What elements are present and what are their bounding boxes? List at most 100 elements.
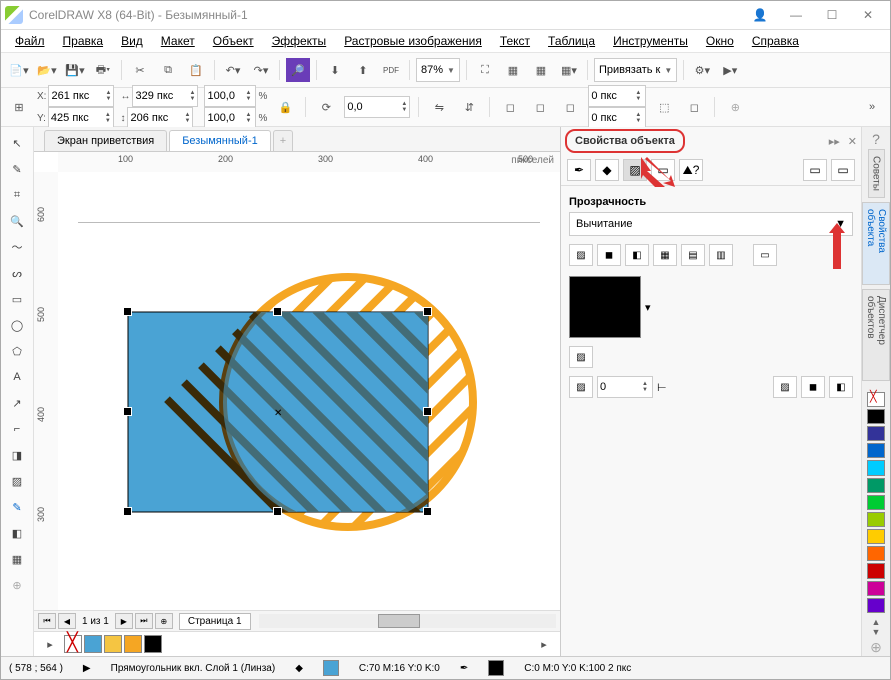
docker-close[interactable]: ✕ [844,131,861,152]
preview-dropdown[interactable]: ▾ [645,301,651,314]
swatch[interactable] [104,635,122,653]
pdf-button[interactable]: PDF [379,58,403,82]
save-button[interactable]: 💾▾ [63,58,87,82]
swatch[interactable] [124,635,142,653]
open-button[interactable]: 📂▾ [35,58,59,82]
close-button[interactable]: ✕ [850,1,886,29]
fill-tool[interactable]: ◧ [4,521,30,545]
docker-expand[interactable]: ▸▸ [825,131,844,152]
size-w[interactable] [133,87,187,105]
size-h[interactable] [128,109,182,127]
menu-effects[interactable]: Эффекты [264,32,335,50]
menu-object[interactable]: Объект [205,32,262,50]
scale-x[interactable] [205,87,243,105]
menu-window[interactable]: Окно [698,32,742,50]
corner-lock[interactable]: ⬚ [652,95,676,119]
maximize-button[interactable]: ☐ [814,1,850,29]
transp-uniform[interactable]: ◼ [597,244,621,266]
corner-tl[interactable] [589,87,633,105]
export-button[interactable]: ⬆ [351,58,375,82]
cpal[interactable] [867,443,885,458]
side-tab-hints[interactable]: Советы [868,149,885,198]
user-icon[interactable]: 👤 [742,1,778,29]
page-tab[interactable]: Страница 1 [179,613,251,630]
menu-text[interactable]: Текст [492,32,538,50]
page-last[interactable]: ⏭ [135,613,153,629]
menu-help[interactable]: Справка [744,32,807,50]
palette-scroll[interactable]: ▸ [532,632,556,656]
mirror-h[interactable]: ⇋ [427,95,451,119]
connector-tool[interactable]: ⌐ [4,417,30,441]
fullscreen-button[interactable]: ⛶ [473,58,497,82]
quick-custom[interactable]: ⊕ [4,573,30,597]
cpal[interactable] [867,581,885,596]
ruler-vertical[interactable]: 600 500 400 300 [34,172,59,610]
print-button[interactable]: 🖶▾ [91,58,115,82]
import-button[interactable]: ⬇ [323,58,347,82]
menu-tools[interactable]: Инструменты [605,32,696,50]
tab-welcome[interactable]: Экран приветствия [44,130,167,151]
corner-round[interactable]: ◻ [498,95,522,119]
palette-menu[interactable]: ▸ [38,632,62,656]
transp-none[interactable]: ▨ [569,244,593,266]
dropshadow-tool[interactable]: ◨ [4,443,30,467]
tab-document[interactable]: Безымянный-1 [169,130,271,151]
tab-summary2[interactable]: ▭ [831,159,855,181]
tab-rect[interactable]: ▭ [651,159,675,181]
zoom-combo[interactable]: 87%▼ [416,58,460,82]
transp-texture[interactable]: ▥ [709,244,733,266]
text-tool[interactable]: A [4,365,30,389]
drawing-canvas[interactable]: ✕ [58,172,560,610]
origin-icon[interactable]: ⊞ [7,95,31,119]
mirror-v[interactable]: ⇵ [457,95,481,119]
tab-bitmap[interactable]: ⛰? [679,159,703,181]
tab-fill[interactable]: ◆ [595,159,619,181]
artistic-media-tool[interactable]: ᔕ [4,261,30,285]
grid-button[interactable]: ▦ [529,58,553,82]
cpal-none[interactable]: ╳ [867,392,885,407]
menu-layout[interactable]: Макет [153,32,203,50]
transp-fountain[interactable]: ◧ [625,244,649,266]
rulers-button[interactable]: ▦ [501,58,525,82]
transparency-tool[interactable]: ▨ [4,469,30,493]
apply-fill[interactable]: ▨ [773,376,797,398]
merge-mode-select[interactable]: Вычитание▼ [569,212,853,236]
transp-pattern[interactable]: ▦ [653,244,677,266]
minimize-button[interactable]: — [778,1,814,29]
freehand-tool[interactable]: ～ [4,235,30,259]
side-tab-properties[interactable]: Свойства объекта [862,202,890,285]
cpal[interactable] [867,563,885,578]
launch-button[interactable]: ▶▾ [718,58,742,82]
transp-picker[interactable]: ▨ [569,346,593,368]
snap-combo[interactable]: Привязать к▼ [594,58,677,82]
copy-button[interactable]: ⧉ [156,58,180,82]
page-next[interactable]: ▶ [115,613,133,629]
add-preset[interactable]: ⊕ [723,95,747,119]
cpal-scroll[interactable]: ▲▼ [872,617,881,637]
rotation[interactable] [345,98,399,116]
cpal[interactable] [867,546,885,561]
pos-y[interactable] [49,109,103,127]
menu-table[interactable]: Таблица [540,32,603,50]
cpal[interactable] [867,495,885,510]
transparency-preview[interactable] [569,276,641,338]
hscrollbar[interactable] [259,614,556,628]
cut-button[interactable]: ✂ [128,58,152,82]
polygon-tool[interactable]: ⬠ [4,339,30,363]
quick-add[interactable]: ⊕ [870,639,882,656]
menu-bitmaps[interactable]: Растровые изображения [336,32,490,50]
search-button[interactable]: 🔎 [286,58,310,82]
paste-button[interactable]: 📋 [184,58,208,82]
overflow[interactable]: » [860,95,884,119]
page-first[interactable]: ⏮ [38,613,56,629]
eyedropper-tool[interactable]: ✎ [4,495,30,519]
zoom-tool[interactable]: 🔍 [4,209,30,233]
transp-twocolor[interactable]: ▤ [681,244,705,266]
menu-view[interactable]: Вид [113,32,151,50]
status-fill-swatch[interactable] [323,660,339,676]
tab-outline[interactable]: ✒ [567,159,591,181]
cpal[interactable] [867,478,885,493]
redo-button[interactable]: ↷▾ [249,58,273,82]
menu-edit[interactable]: Правка [55,32,112,50]
swatch-none[interactable]: ╳ [64,635,82,653]
